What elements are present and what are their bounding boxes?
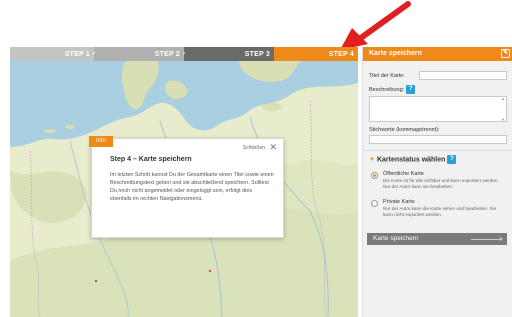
panel-title: Karte speichern <box>369 50 422 57</box>
step-separator-icon: › <box>92 50 96 57</box>
title-label: Titel der Karte: <box>369 73 405 79</box>
info-tag: Info <box>89 136 113 147</box>
description-label-wrap: Beschreibung:? <box>369 85 416 94</box>
step-separator-icon: › <box>182 50 186 57</box>
tags-input[interactable] <box>369 135 507 144</box>
step-1-label: STEP 1 <box>64 50 90 58</box>
scroll-down-icon[interactable]: ▼ <box>501 117 505 122</box>
save-map-panel: Karte speichern ✎ Titel der Karte: Besch… <box>362 47 512 317</box>
close-icon[interactable]: ✕ <box>269 142 277 152</box>
step-2-label: STEP 2 <box>154 50 180 58</box>
step-bar: STEP 1 › STEP 2 › STEP 3 STEP 4 <box>10 47 358 61</box>
help-icon[interactable]: ? <box>447 155 457 164</box>
public-option-title[interactable]: Öffentliche Karte <box>383 171 424 177</box>
save-map-label: Karte speichern <box>373 235 419 242</box>
status-title: Kartenstatus wählen <box>376 156 446 164</box>
step-3-label: STEP 3 <box>244 50 270 58</box>
info-dialog: Info Schließen ✕ Step 4 – Karte speicher… <box>89 136 284 238</box>
expand-triangle-icon: ▼ <box>369 157 375 164</box>
step-2-tab[interactable]: STEP 2 › <box>94 47 185 61</box>
app-root: STEP 1 › STEP 2 › STEP 3 STEP 4 Info Sch… <box>0 0 512 317</box>
dialog-title: Step 4 – Karte speichern <box>110 156 192 163</box>
description-label: Beschreibung: <box>369 86 405 93</box>
edit-icon[interactable]: ✎ <box>501 49 510 58</box>
divider <box>363 150 512 151</box>
title-input[interactable] <box>419 71 507 80</box>
scroll-up-icon[interactable]: ▲ <box>501 96 505 101</box>
step-4-tab[interactable]: STEP 4 <box>274 47 358 61</box>
description-input[interactable] <box>369 96 507 122</box>
step-3-tab[interactable]: STEP 3 <box>184 47 274 61</box>
public-radio[interactable] <box>371 172 378 179</box>
step-1-tab[interactable]: STEP 1 › <box>10 47 95 61</box>
step-4-label: STEP 4 <box>328 50 354 58</box>
private-radio[interactable] <box>371 200 378 207</box>
status-heading[interactable]: ▼ Kartenstatus wählen? <box>369 155 457 164</box>
dialog-text: Im letzten Schritt kannst Du der Gesamtk… <box>110 172 274 202</box>
annotation-arrow-icon <box>340 1 411 50</box>
private-option-desc: Nur der Autor kann die Karte sehen und b… <box>383 206 497 217</box>
public-option-desc: Die Karte ist für alle sichtbar und kann… <box>383 178 499 189</box>
private-option-title[interactable]: Private Karte <box>383 199 415 205</box>
arrow-right-icon <box>471 237 503 241</box>
help-icon[interactable]: ? <box>406 85 416 94</box>
panel-header: Karte speichern ✎ <box>363 47 512 61</box>
close-label[interactable]: Schließen <box>243 145 265 151</box>
tags-label: Stichworte (kommagetrennt): <box>369 127 440 133</box>
save-map-button[interactable]: Karte speichern <box>367 233 507 245</box>
